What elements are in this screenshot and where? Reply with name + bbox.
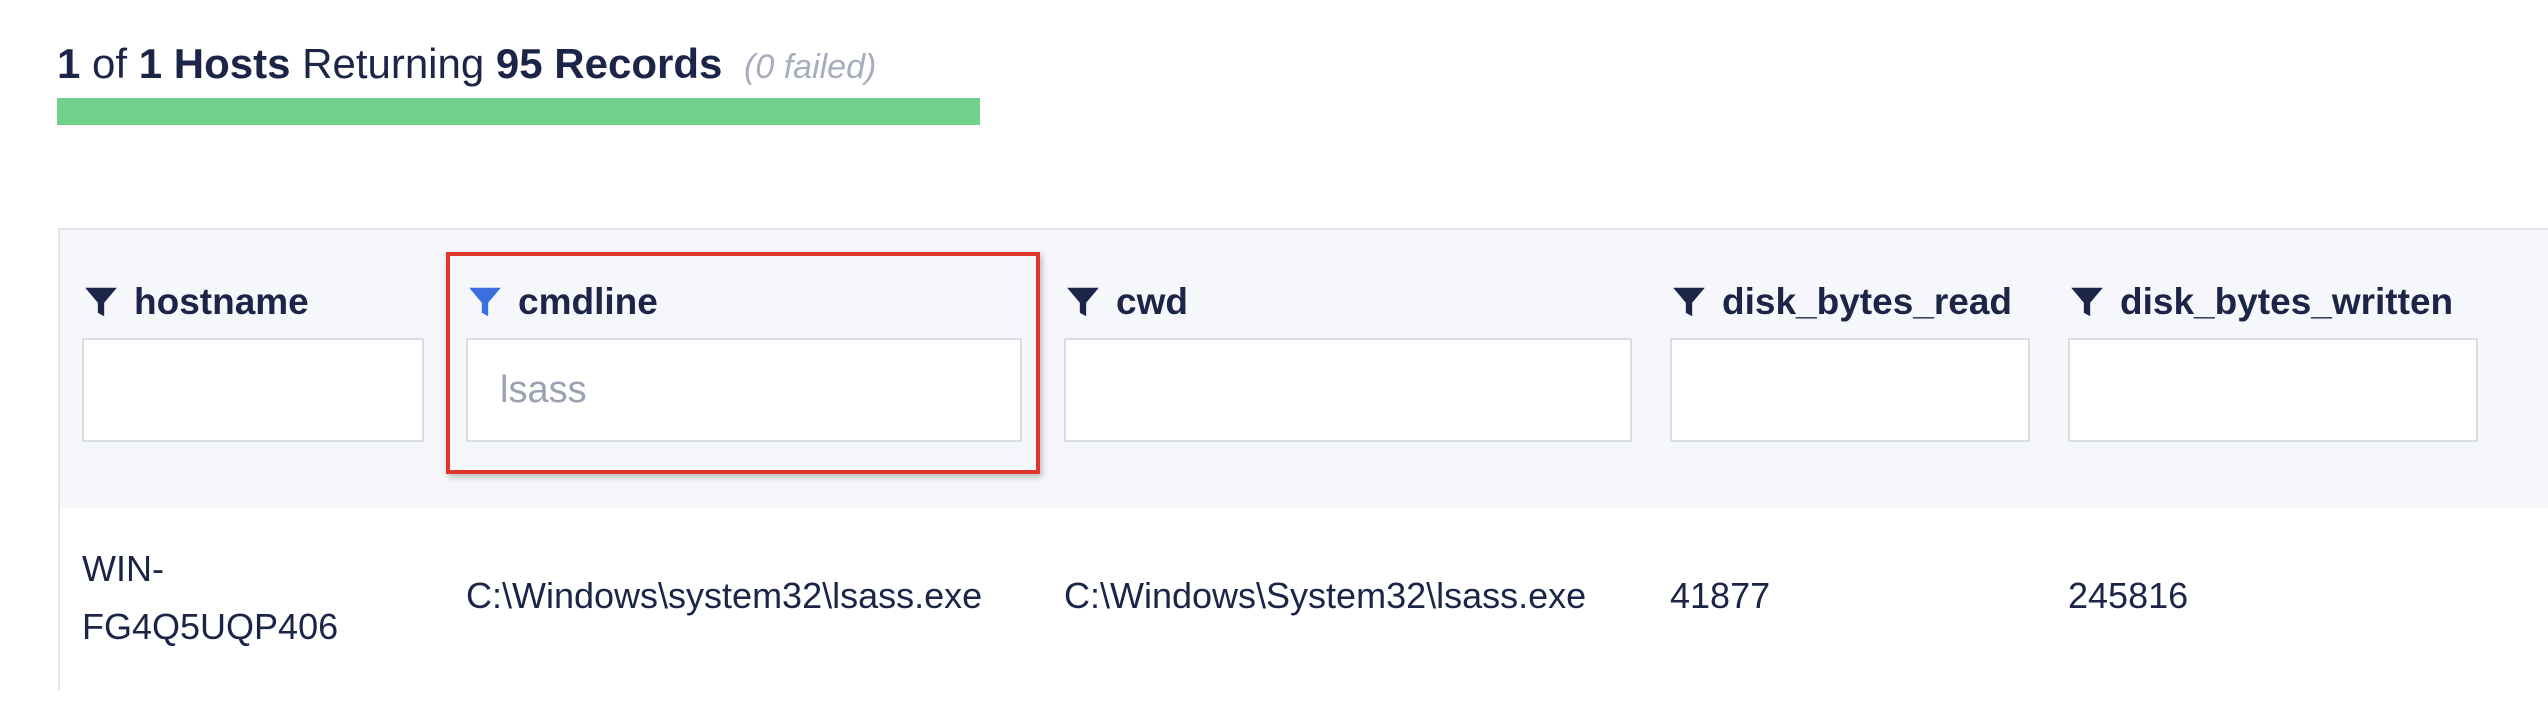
of-label: of — [92, 40, 128, 87]
cell-disk-bytes-written: 245816 — [2068, 575, 2189, 616]
hosts-progress-bar — [57, 98, 980, 125]
filter-icon[interactable] — [82, 282, 120, 322]
column-header-cwd: cwd — [1064, 272, 1632, 442]
disk-bytes-read-filter-input[interactable] — [1670, 338, 2030, 442]
column-header-cmdline: cmdline — [466, 272, 1022, 442]
hostname-filter-input[interactable] — [82, 338, 424, 442]
filter-icon[interactable] — [2068, 282, 2106, 322]
column-label-disk-bytes-read[interactable]: disk_bytes_read — [1722, 281, 2012, 323]
hosts-progress-fill — [57, 98, 980, 125]
cwd-filter-input[interactable] — [1064, 338, 1632, 442]
filter-icon[interactable] — [1670, 282, 1708, 322]
cmdline-filter-input[interactable] — [466, 338, 1022, 442]
table-row[interactable]: WIN-FG4Q5UQP406 C:\Windows\system32\lsas… — [60, 508, 2548, 690]
returning-label: Returning — [302, 40, 485, 87]
cell-cmdline: C:\Windows\system32\lsass.exe — [466, 575, 983, 616]
column-header-hostname: hostname — [82, 272, 424, 442]
disk-bytes-written-filter-input[interactable] — [2068, 338, 2478, 442]
column-label-disk-bytes-written[interactable]: disk_bytes_written — [2120, 281, 2453, 323]
cell-hostname: WIN-FG4Q5UQP406 — [82, 548, 339, 647]
column-header-disk-bytes-written: disk_bytes_written — [2068, 272, 2478, 442]
column-label-cwd[interactable]: cwd — [1116, 281, 1188, 323]
hosts-returned-count: 1 — [57, 40, 81, 87]
column-label-hostname[interactable]: hostname — [134, 281, 309, 323]
column-header-disk-bytes-read: disk_bytes_read — [1670, 272, 2030, 442]
cell-disk-bytes-read: 41877 — [1670, 575, 1771, 616]
query-summary: 1 of 1 Hosts Returning 95 Records (0 fai… — [57, 38, 876, 93]
column-label-cmdline[interactable]: cmdline — [518, 281, 658, 323]
failed-count: (0 failed) — [744, 48, 877, 86]
hosts-total: 1 Hosts — [138, 40, 291, 87]
records-count: 95 Records — [495, 40, 723, 87]
filter-icon[interactable] — [466, 282, 504, 322]
filter-icon[interactable] — [1064, 282, 1102, 322]
results-table: hostname cmdline cwd disk_bytes_read — [58, 228, 2548, 690]
cell-cwd: C:\Windows\System32\lsass.exe — [1064, 575, 1587, 616]
